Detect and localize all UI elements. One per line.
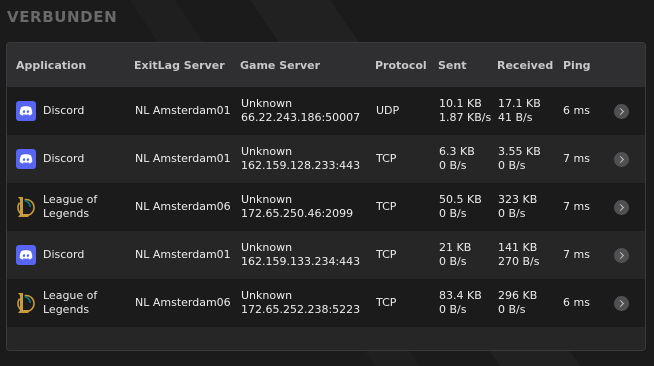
game-server-name: Unknown (241, 241, 293, 254)
received-total: 141 KB (498, 241, 538, 254)
column-header-received: Received (497, 59, 554, 72)
game-server-name: Unknown (241, 289, 293, 302)
table-row[interactable]: Discord NL Amsterdam01 Unknown 162.159.1… (7, 231, 645, 279)
received: 141 KB 270 B/s (498, 241, 539, 269)
sent-rate: 0 B/s (439, 159, 467, 172)
table-row[interactable]: Discord NL Amsterdam01 Unknown 162.159.1… (7, 135, 645, 183)
sent-total: 10.1 KB (439, 97, 482, 110)
application-name: Discord (43, 152, 84, 166)
discord-icon (16, 245, 36, 265)
ping: 6 ms (563, 104, 590, 117)
sent-rate: 1.87 KB/s (439, 111, 492, 124)
league-of-legends-icon (15, 291, 35, 315)
chevron-right-icon[interactable] (614, 248, 629, 263)
exitlag-server: NL Amsterdam01 (135, 248, 231, 261)
game-server: Unknown 66.22.243.186:50007 (241, 97, 360, 125)
sent: 10.1 KB 1.87 KB/s (439, 97, 491, 125)
sent: 6.3 KB 0 B/s (439, 145, 475, 173)
protocol: TCP (376, 248, 397, 261)
sent-rate: 0 B/s (439, 303, 467, 316)
received: 17.1 KB 41 B/s (498, 97, 541, 125)
received-rate: 0 B/s (498, 159, 526, 172)
chevron-right-icon[interactable] (614, 104, 629, 119)
protocol: TCP (376, 200, 397, 213)
received-rate: 270 B/s (498, 255, 540, 268)
application-name: Discord (43, 104, 84, 118)
chevron-right-icon[interactable] (614, 200, 629, 215)
game-server: Unknown 162.159.133.234:443 (241, 241, 360, 269)
exitlag-server: NL Amsterdam06 (135, 200, 231, 213)
received-total: 17.1 KB (498, 97, 541, 110)
application-name-line2: Legends (43, 303, 90, 316)
chevron-right-icon[interactable] (614, 152, 629, 167)
application-name-line2: Legends (43, 207, 90, 220)
received-rate: 41 B/s (498, 111, 533, 124)
received: 323 KB 0 B/s (498, 193, 537, 221)
ping: 6 ms (563, 296, 590, 309)
application-name: League of Legends (43, 289, 97, 317)
game-server-address: 172.65.250.46:2099 (241, 207, 354, 220)
exitlag-server: NL Amsterdam06 (135, 296, 231, 309)
game-server-name: Unknown (241, 193, 293, 206)
received-rate: 0 B/s (498, 303, 526, 316)
game-server: Unknown 162.159.128.233:443 (241, 145, 360, 173)
table-row[interactable]: League of Legends NL Amsterdam06 Unknown… (7, 183, 645, 231)
sent-total: 83.4 KB (439, 289, 482, 302)
application-name-line1: Discord (43, 248, 85, 261)
exitlag-server: NL Amsterdam01 (135, 104, 231, 117)
column-header-protocol: Protocol (375, 59, 427, 72)
table-header: Application ExitLag Server Game Server P… (7, 43, 645, 87)
game-server-address: 162.159.133.234:443 (241, 255, 361, 268)
game-server-name: Unknown (241, 145, 293, 158)
received: 296 KB 0 B/s (498, 289, 537, 317)
sent-total: 50.5 KB (439, 193, 482, 206)
discord-icon (16, 149, 36, 169)
protocol: UDP (376, 104, 400, 117)
chevron-right-icon[interactable] (614, 296, 629, 311)
application-name-line1: League of (43, 193, 98, 206)
received-total: 3.55 KB (498, 145, 541, 158)
discord-icon (16, 101, 36, 121)
sent-total: 21 KB (439, 241, 472, 254)
sent: 50.5 KB 0 B/s (439, 193, 482, 221)
application-name-line1: League of (43, 289, 98, 302)
game-server-address: 66.22.243.186:50007 (241, 111, 361, 124)
column-header-sent: Sent (438, 59, 467, 72)
column-header-game-server: Game Server (240, 59, 321, 72)
sent-rate: 0 B/s (439, 255, 467, 268)
column-header-ping: Ping (563, 59, 591, 72)
section-heading: VERBUNDEN (7, 8, 118, 26)
column-header-application: Application (16, 59, 87, 72)
table-row[interactable]: Discord NL Amsterdam01 Unknown 66.22.243… (7, 87, 645, 135)
received: 3.55 KB 0 B/s (498, 145, 541, 173)
application-name-line1: Discord (43, 152, 85, 165)
game-server-address: 162.159.128.233:443 (241, 159, 361, 172)
ping: 7 ms (563, 152, 590, 165)
game-server-name: Unknown (241, 97, 293, 110)
game-server: Unknown 172.65.250.46:2099 (241, 193, 353, 221)
exitlag-server: NL Amsterdam01 (135, 152, 231, 165)
application-name: Discord (43, 248, 84, 262)
game-server-address: 172.65.252.238:5223 (241, 303, 361, 316)
ping: 7 ms (563, 200, 590, 213)
protocol: TCP (376, 296, 397, 309)
league-of-legends-icon (15, 195, 35, 219)
ping: 7 ms (563, 248, 590, 261)
sent-rate: 0 B/s (439, 207, 467, 220)
sent-total: 6.3 KB (439, 145, 475, 158)
sent: 83.4 KB 0 B/s (439, 289, 482, 317)
game-server: Unknown 172.65.252.238:5223 (241, 289, 360, 317)
received-total: 323 KB (498, 193, 538, 206)
sent: 21 KB 0 B/s (439, 241, 471, 269)
received-rate: 0 B/s (498, 207, 526, 220)
protocol: TCP (376, 152, 397, 165)
application-name: League of Legends (43, 193, 97, 221)
received-total: 296 KB (498, 289, 538, 302)
application-name-line1: Discord (43, 104, 85, 117)
connections-table: Application ExitLag Server Game Server P… (6, 42, 646, 351)
table-row[interactable]: League of Legends NL Amsterdam06 Unknown… (7, 279, 645, 327)
column-header-exitlag-server: ExitLag Server (134, 59, 225, 72)
